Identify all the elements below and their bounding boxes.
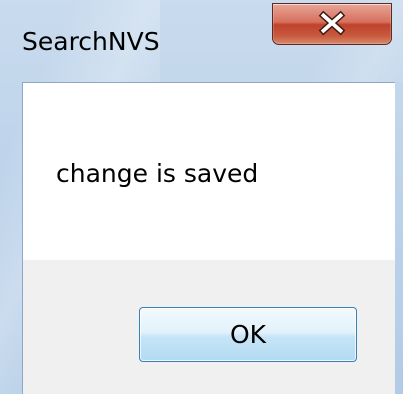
message-text: change is saved: [56, 159, 259, 188]
window-title: SearchNVS: [22, 27, 160, 56]
dialog-window: SearchNVS change is saved OK: [0, 0, 403, 394]
dialog-content: change is saved OK: [22, 82, 395, 394]
button-panel: OK: [23, 260, 395, 394]
close-icon: [318, 10, 346, 36]
message-panel: change is saved: [23, 83, 395, 260]
ok-button[interactable]: OK: [139, 307, 357, 362]
window-border-right: [395, 82, 403, 394]
close-button[interactable]: [272, 3, 392, 45]
